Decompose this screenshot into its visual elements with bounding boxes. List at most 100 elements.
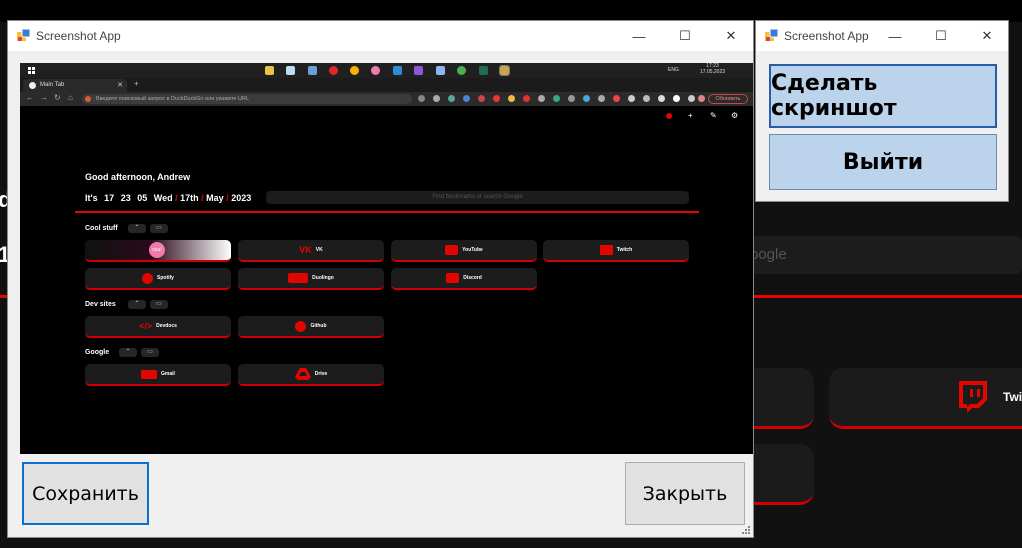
- osu-icon: [371, 66, 380, 75]
- background-tile-twitch[interactable]: Twit: [829, 368, 1022, 429]
- tile-youtube[interactable]: YouTube: [391, 240, 537, 262]
- extension-icon[interactable]: [643, 95, 650, 102]
- extension-icon[interactable]: [583, 95, 590, 102]
- clock-seconds: 05: [137, 193, 148, 203]
- save-button[interactable]: Сохранить: [22, 462, 149, 525]
- tile-label: VK: [315, 247, 323, 253]
- close-button[interactable]: Закрыть: [625, 462, 745, 525]
- visual-studio-icon: [414, 66, 423, 75]
- forward-icon[interactable]: →: [40, 93, 48, 102]
- extension-icon[interactable]: [658, 95, 665, 102]
- profile-avatar[interactable]: [698, 95, 705, 102]
- bookmark-search-input[interactable]: Find bookmarks or search Google: [266, 191, 689, 204]
- header-divider: [75, 211, 699, 213]
- extension-icon[interactable]: [478, 95, 485, 102]
- extension-icon[interactable]: [673, 95, 680, 102]
- settings-icon[interactable]: ⚙: [731, 111, 738, 120]
- extension-icon[interactable]: [463, 95, 470, 102]
- close-tab-icon[interactable]: ✕: [117, 79, 123, 92]
- take-screenshot-button[interactable]: Сделать скриншот: [769, 64, 997, 128]
- tile-gmail[interactable]: Gmail: [85, 364, 231, 386]
- github-icon: [295, 320, 307, 332]
- main-window-titlebar: Screenshot App — ☐ ✕: [8, 21, 753, 51]
- resize-grip-icon[interactable]: [742, 526, 751, 535]
- extension-icon[interactable]: [553, 95, 560, 102]
- extension-icon[interactable]: [538, 95, 545, 102]
- tile-duolingo[interactable]: Duolingo: [238, 268, 384, 290]
- tile-osu[interactable]: osu!: [85, 240, 231, 262]
- clock-hours: 17: [104, 193, 115, 203]
- extension-icon[interactable]: [628, 95, 635, 102]
- clock-month: May: [206, 193, 224, 203]
- edit-icon[interactable]: ✎: [710, 111, 717, 120]
- collapse-icon[interactable]: ⌃: [119, 348, 137, 357]
- tile-vk[interactable]: VK VK: [238, 240, 384, 262]
- browser-tab[interactable]: Main Tab ✕: [23, 79, 127, 92]
- new-tab-icon[interactable]: +: [134, 79, 139, 88]
- minimize-button[interactable]: —: [616, 21, 662, 51]
- close-window-button[interactable]: ✕: [708, 21, 754, 51]
- collapse-icon[interactable]: ⌃: [128, 224, 146, 233]
- chrome-icon: [457, 66, 466, 75]
- folder-toggle-icon[interactable]: ▭: [150, 224, 168, 233]
- code-icon: </>: [139, 321, 153, 331]
- taskbar-date: 17.05.2023: [700, 69, 726, 75]
- extension-icon[interactable]: [493, 95, 500, 102]
- extension-icon[interactable]: [418, 95, 425, 102]
- opera-icon: [329, 66, 338, 75]
- extension-icon[interactable]: [613, 95, 620, 102]
- tile-devdocs[interactable]: </> Devdocs: [85, 316, 231, 338]
- tile-twitch[interactable]: Twitch: [543, 240, 689, 262]
- tile-discord[interactable]: Discord: [391, 268, 537, 290]
- back-icon[interactable]: ←: [26, 93, 34, 102]
- tile-label: Drive: [314, 371, 328, 377]
- drive-icon: [294, 368, 311, 380]
- tile-drive[interactable]: Drive: [238, 364, 384, 386]
- maximize-button[interactable]: ☐: [662, 21, 708, 51]
- address-bar[interactable]: Введите поисковый запрос в DuckDuckGo ил…: [82, 94, 412, 104]
- youtube-icon: [445, 245, 459, 255]
- extension-icon[interactable]: [598, 95, 605, 102]
- app-icon: [765, 29, 779, 41]
- extension-icon[interactable]: [568, 95, 575, 102]
- clock-prefix: It's: [85, 193, 98, 203]
- reload-icon[interactable]: ↻: [54, 93, 61, 102]
- section-title: Google: [85, 349, 110, 356]
- extension-icon[interactable]: [688, 95, 695, 102]
- collapse-icon[interactable]: ⌃: [128, 300, 146, 309]
- small-app-window: Screenshot App — ☐ ✕ Сделать скриншот Вы…: [755, 20, 1009, 202]
- extension-icon[interactable]: [523, 95, 530, 102]
- extension-icon[interactable]: [448, 95, 455, 102]
- background-search-fragment: oogle: [750, 246, 787, 263]
- exit-button[interactable]: Выйти: [769, 134, 997, 190]
- address-placeholder: Введите поисковый запрос в DuckDuckGo ил…: [96, 96, 250, 102]
- update-button[interactable]: Обновить: [708, 94, 748, 104]
- section-title: Dev sites: [85, 301, 116, 308]
- tile-github[interactable]: Github: [238, 316, 384, 338]
- clock-year: 2023: [231, 193, 252, 203]
- close-window-button[interactable]: ✕: [964, 21, 1010, 51]
- section-title: Cool stuff: [85, 225, 118, 232]
- clock-date: 17th: [180, 193, 199, 203]
- gmail-icon: [141, 369, 158, 379]
- tile-spotify[interactable]: Spotify: [85, 268, 231, 290]
- spotify-icon: [142, 272, 154, 284]
- browser-tab-bar: Main Tab ✕ +: [20, 78, 753, 92]
- tab-favicon-icon: [29, 82, 36, 89]
- minimize-button[interactable]: —: [872, 21, 918, 51]
- tile-label: Github: [310, 323, 327, 329]
- twitch-icon: [599, 245, 613, 255]
- maximize-button[interactable]: ☐: [918, 21, 964, 51]
- home-icon[interactable]: ⌂: [68, 93, 73, 102]
- vk-icon: VK: [299, 245, 312, 255]
- extension-icon[interactable]: [508, 95, 515, 102]
- folder-toggle-icon[interactable]: ▭: [150, 300, 168, 309]
- folder-toggle-icon[interactable]: ▭: [141, 348, 159, 357]
- greeting: Good afternoon, Andrew: [85, 172, 191, 182]
- clock: It's 17 23 05 Wed / 17th / May / 2023: [85, 193, 252, 203]
- add-icon[interactable]: +: [688, 111, 693, 120]
- record-icon[interactable]: [666, 113, 672, 119]
- windows-start-icon: [28, 67, 35, 74]
- extension-icon[interactable]: [433, 95, 440, 102]
- tile-label: YouTube: [462, 247, 483, 253]
